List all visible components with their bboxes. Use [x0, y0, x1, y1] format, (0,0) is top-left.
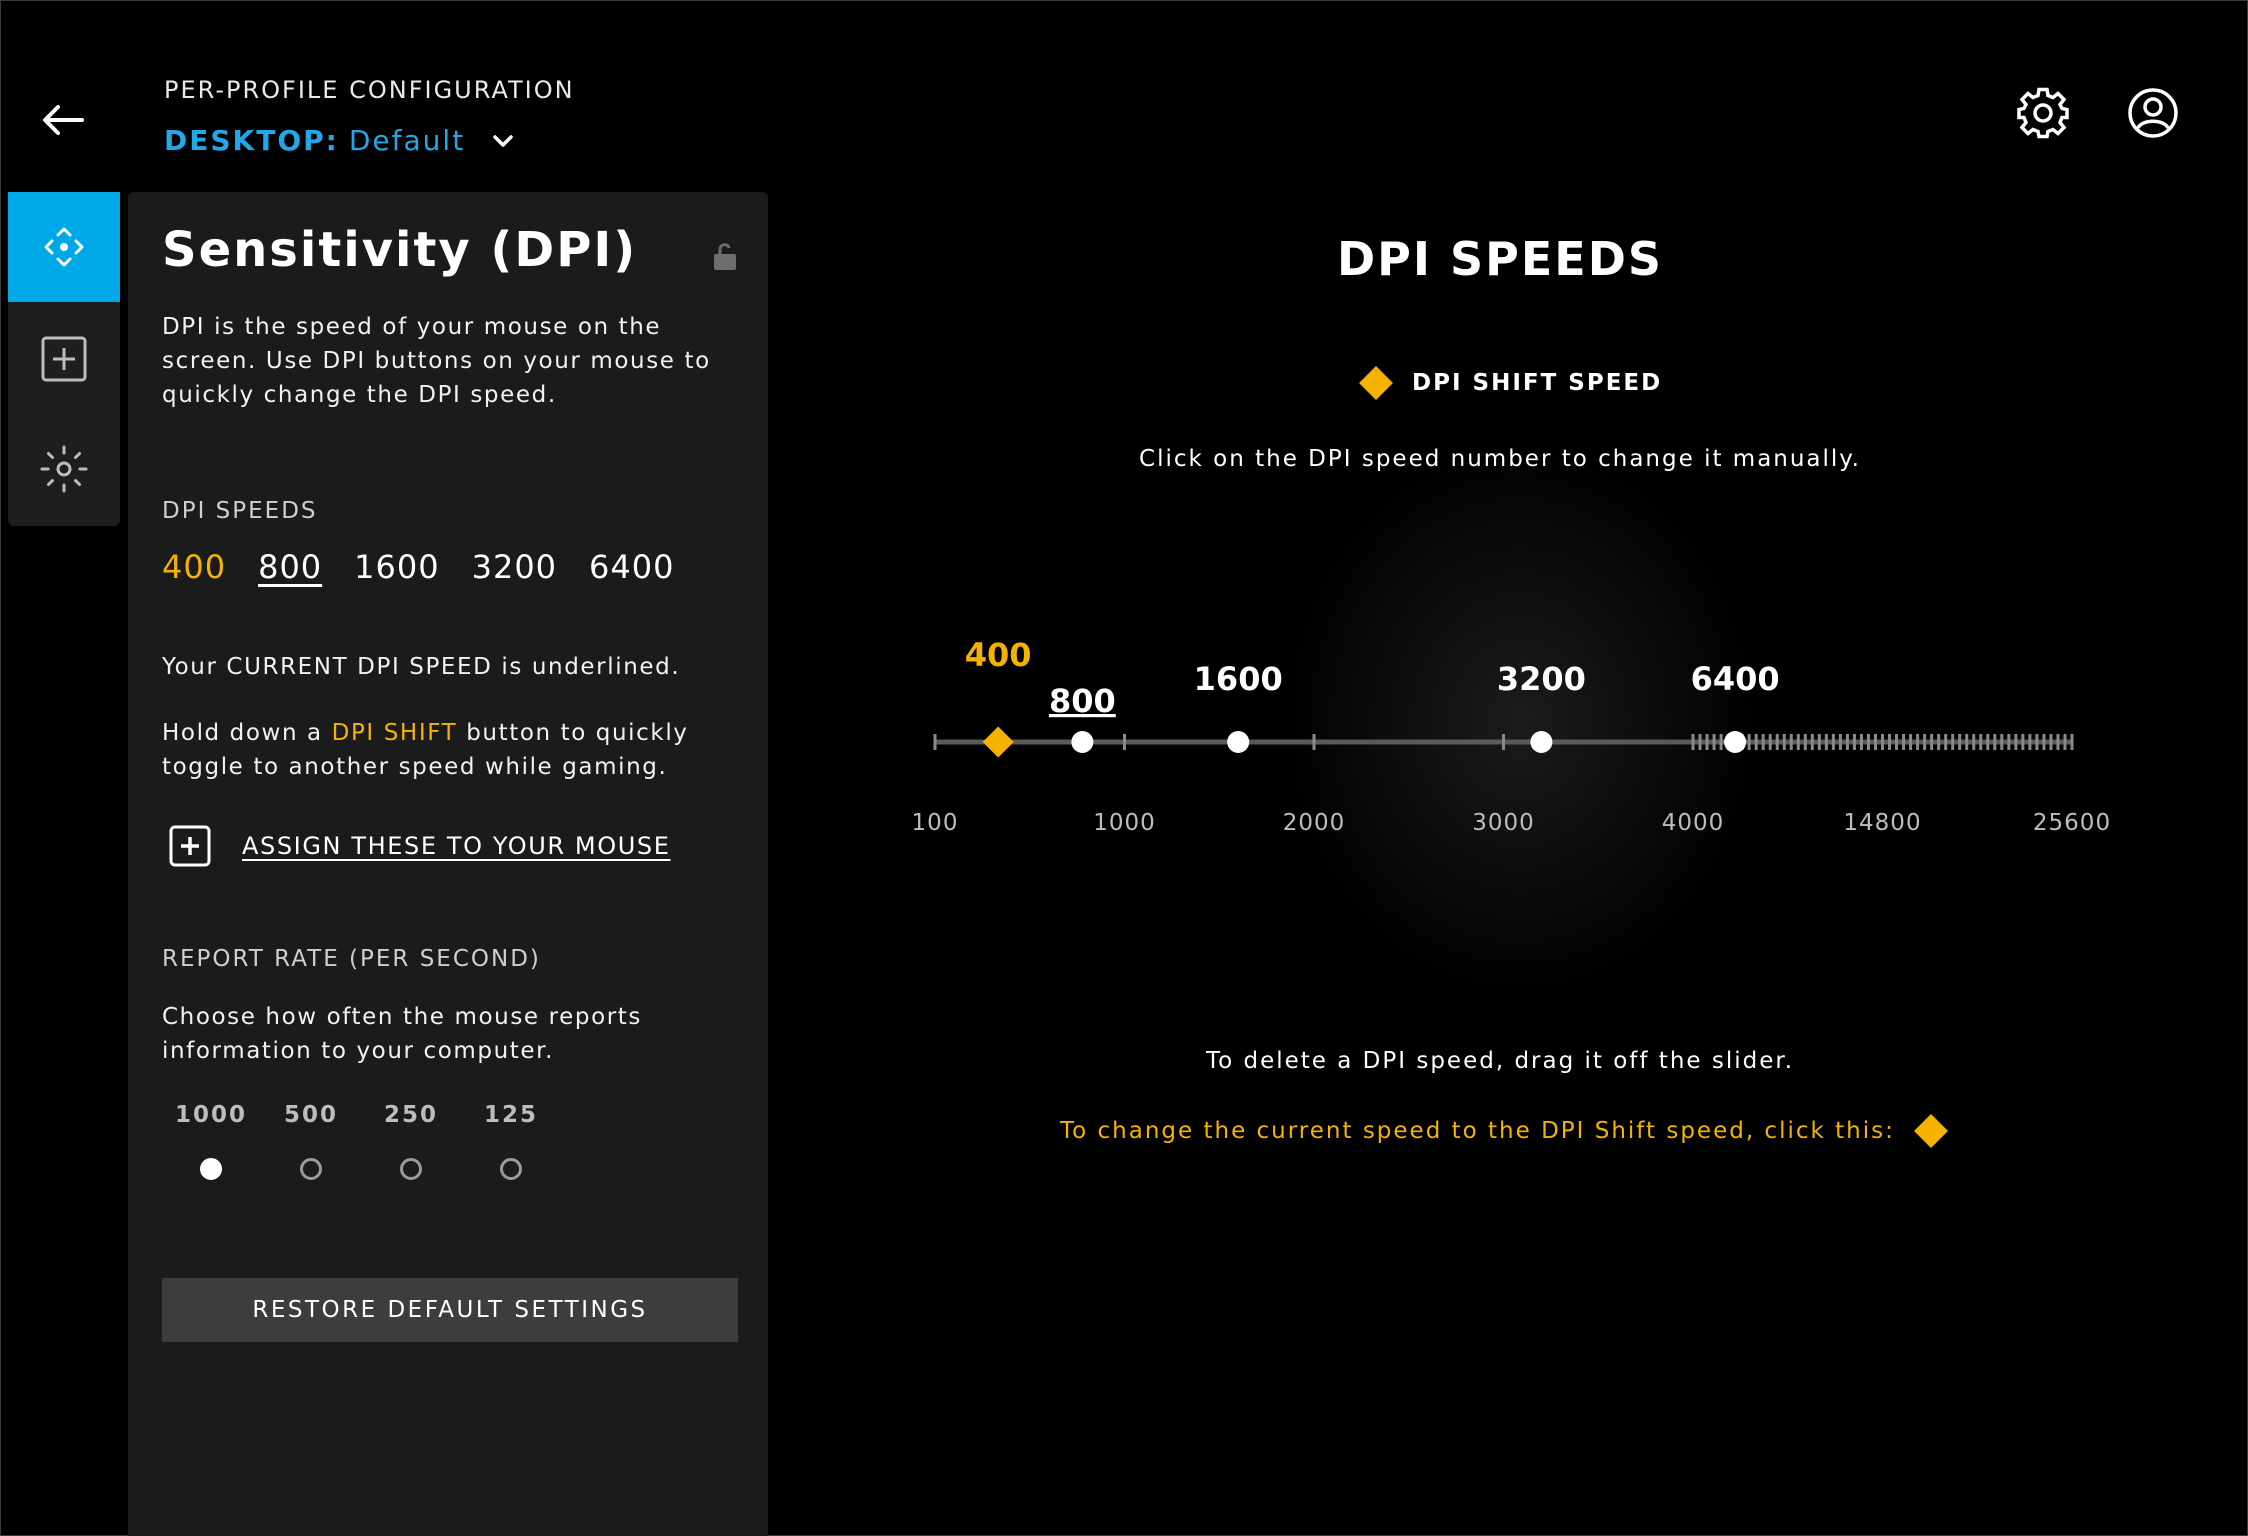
- settings-button[interactable]: [2016, 86, 2070, 140]
- dpi-speed-item[interactable]: 400: [162, 548, 226, 586]
- profile-dropdown[interactable]: DESKTOP: Default: [164, 124, 517, 157]
- dpi-speeds-title: DPI SPEEDS: [1336, 232, 1664, 286]
- manual-change-instruction: Click on the DPI speed number to change …: [1139, 446, 1861, 472]
- slider-scale-label: 2000: [1283, 810, 1346, 836]
- delete-speed-hint: To delete a DPI speed, drag it off the s…: [1205, 1048, 1795, 1074]
- slider-scale-label: 1000: [1093, 810, 1156, 836]
- rail-item-assignments[interactable]: [8, 304, 120, 414]
- dpi-shift-note: Hold down a DPI SHIFT button to quickly …: [162, 720, 689, 780]
- shift-hint-text: To change the current speed to the DPI S…: [1060, 1118, 1895, 1144]
- report-rate-option: 250: [371, 1102, 451, 1180]
- dpi-shift-highlight: DPI SHIFT: [331, 720, 458, 746]
- pointer-move-icon: [44, 227, 84, 267]
- unlock-icon[interactable]: [712, 240, 740, 272]
- dpi-speed-label[interactable]: 1600: [1194, 660, 1283, 698]
- user-account-icon: [2128, 88, 2178, 138]
- profile-mode: DESKTOP:: [164, 124, 339, 157]
- rail-item-lighting[interactable]: [8, 414, 120, 524]
- dpi-speed-handle[interactable]: [1227, 731, 1250, 753]
- profile-name: Default: [348, 124, 466, 157]
- restore-defaults-button[interactable]: RESTORE DEFAULT SETTINGS: [162, 1278, 738, 1342]
- dpi-speeds-label: DPI SPEEDS: [162, 498, 318, 524]
- report-rate-value: 125: [483, 1102, 538, 1128]
- current-speed-note: Your CURRENT DPI SPEED is underlined.: [162, 654, 681, 680]
- account-button[interactable]: [2126, 86, 2180, 140]
- report-rate-description: Choose how often the mouse reports infor…: [162, 1004, 643, 1064]
- assign-plus-icon: [169, 825, 211, 867]
- report-rate-option: 500: [271, 1102, 351, 1180]
- dpi-speed-item[interactable]: 3200: [472, 548, 557, 586]
- set-shift-speed-diamond-button[interactable]: [1913, 1114, 1948, 1148]
- report-rate-value: 500: [283, 1102, 338, 1128]
- dpi-speed-label[interactable]: 400: [965, 636, 1032, 674]
- report-rate-value: 1000: [174, 1102, 247, 1128]
- dpi-speed-list: 400 800 1600 3200 6400: [162, 548, 674, 586]
- report-rate-label: REPORT RATE (PER SECOND): [162, 946, 541, 972]
- dpi-speed-handle[interactable]: [1530, 731, 1553, 753]
- report-rate-value: 250: [383, 1102, 438, 1128]
- profile-section-label: PER-PROFILE CONFIGURATION: [164, 76, 575, 104]
- dpi-speed-handle[interactable]: [1724, 731, 1747, 753]
- dpi-shift-diamond-icon: [1359, 366, 1393, 400]
- report-rate-radio[interactable]: [200, 1158, 222, 1180]
- dpi-speed-label[interactable]: 6400: [1691, 660, 1780, 698]
- dpi-speed-item[interactable]: 6400: [589, 548, 674, 586]
- dpi-speed-handle[interactable]: [1071, 731, 1094, 753]
- dpi-slider[interactable]: 100 1000 2000 3000 4000 14800 25600 400 800 1600 3…: [880, 620, 2140, 860]
- dpi-speed-item[interactable]: 800: [258, 548, 322, 586]
- dpi-speed-label[interactable]: 3200: [1497, 660, 1586, 698]
- dpi-speed-item[interactable]: 1600: [354, 548, 439, 586]
- slider-scale-label: 100: [912, 810, 959, 836]
- slider-scale-label: 4000: [1662, 810, 1725, 836]
- report-rate-radio[interactable]: [400, 1158, 422, 1180]
- slider-scale-label: 25600: [2033, 810, 2111, 836]
- gear-icon: [2017, 87, 2069, 139]
- sensitivity-panel: Sensitivity (DPI) DPI is the speed of yo…: [128, 192, 768, 1536]
- dpi-speed-label[interactable]: 800: [1049, 682, 1116, 720]
- dpi-shift-legend: DPI SHIFT SPEED: [1359, 366, 1663, 400]
- shift-speed-hint: To change the current speed to the DPI S…: [1060, 1114, 1948, 1148]
- report-rate-radio[interactable]: [300, 1158, 322, 1180]
- slider-scale-label: 3000: [1472, 810, 1535, 836]
- slider-scale-label: 14800: [1843, 810, 1921, 836]
- chevron-down-icon: [493, 134, 513, 147]
- panel-title: Sensitivity (DPI): [162, 222, 638, 278]
- dpi-shift-handle[interactable]: [982, 726, 1014, 758]
- back-button[interactable]: [38, 95, 88, 145]
- report-rate-radio[interactable]: [500, 1158, 522, 1180]
- tool-rail: [8, 192, 120, 526]
- rail-item-sensitivity[interactable]: [8, 192, 120, 302]
- assign-label: ASSIGN THESE TO YOUR MOUSE: [242, 832, 671, 860]
- report-rate-option: 125: [471, 1102, 551, 1180]
- lighting-icon: [40, 445, 88, 493]
- arrow-left-icon: [43, 105, 84, 135]
- assign-to-mouse-link[interactable]: ASSIGN THESE TO YOUR MOUSE: [168, 824, 671, 868]
- report-rate-option: 1000: [171, 1102, 251, 1180]
- assign-plus-icon: [41, 336, 87, 382]
- legend-label: DPI SHIFT SPEED: [1412, 370, 1663, 396]
- panel-description: DPI is the speed of your mouse on the sc…: [162, 314, 711, 408]
